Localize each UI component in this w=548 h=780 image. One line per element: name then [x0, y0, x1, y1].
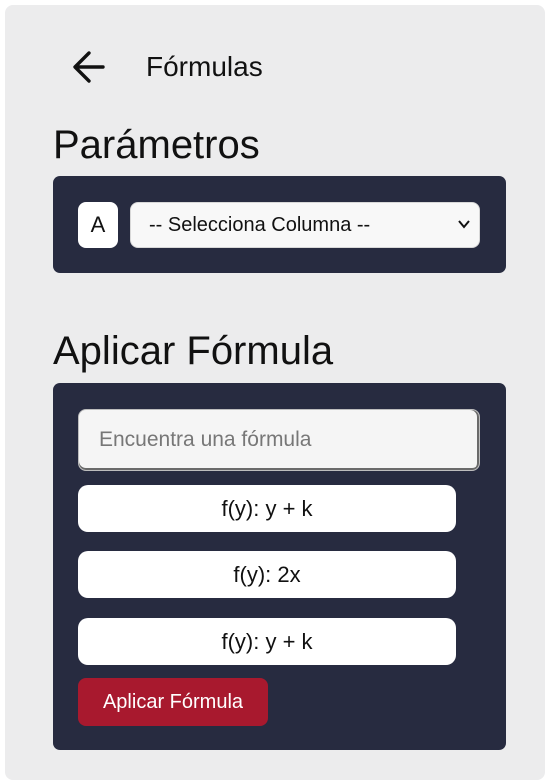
arrow-left-icon — [73, 51, 105, 83]
page-title: Fórmulas — [146, 51, 263, 82]
formula-item[interactable]: f(y): y + k — [78, 485, 456, 532]
parameters-box: A -- Selecciona Columna -- — [53, 176, 506, 273]
parameter-letter-badge: A — [78, 202, 118, 248]
back-button[interactable] — [67, 45, 111, 89]
formula-item[interactable]: f(y): 2x — [78, 551, 456, 598]
formulas-panel: Fórmulas Parámetros A -- Selecciona Colu… — [5, 5, 545, 780]
formula-item[interactable]: f(y): y + k — [78, 618, 456, 665]
column-select[interactable]: -- Selecciona Columna -- — [130, 202, 480, 248]
chevron-down-icon — [458, 220, 470, 229]
column-select-value: -- Selecciona Columna -- — [149, 213, 371, 236]
formula-search-input[interactable]: Encuentra una fórmula — [78, 409, 480, 471]
apply-formula-button[interactable]: Aplicar Fórmula — [78, 678, 268, 726]
apply-formula-box: Encuentra una fórmula f(y): y + k f(y): … — [53, 383, 506, 750]
apply-formula-title: Aplicar Fórmula — [53, 329, 334, 373]
parameters-title: Parámetros — [53, 123, 260, 167]
header: Fórmulas — [67, 45, 263, 89]
